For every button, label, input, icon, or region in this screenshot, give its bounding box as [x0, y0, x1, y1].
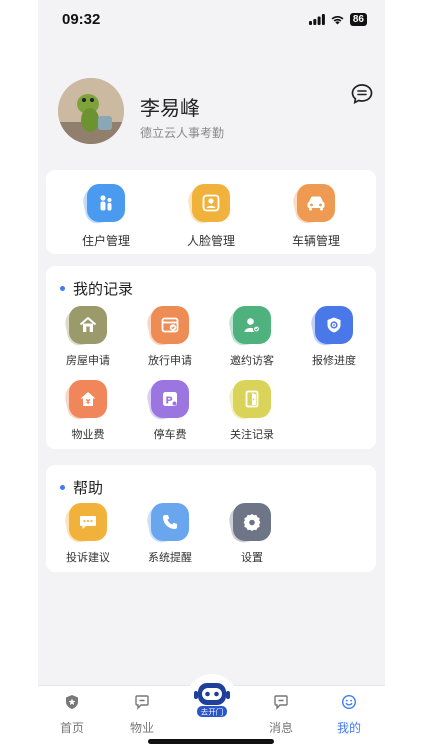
- battery-indicator: 86: [349, 13, 367, 26]
- home-indicator: [148, 739, 274, 744]
- tab-property[interactable]: 物业: [112, 694, 172, 736]
- smile-icon: [341, 694, 357, 710]
- house-application-button[interactable]: 房屋申请: [50, 306, 126, 368]
- vehicle-label: 车辆管理: [291, 234, 340, 248]
- user-name: 李易峰: [140, 96, 200, 120]
- invite-visitor-button[interactable]: 邀约访客: [214, 306, 290, 368]
- phone-icon: [151, 503, 189, 541]
- release-application-label: 放行申请: [148, 354, 192, 367]
- section-dot: [60, 485, 65, 490]
- property-fee-icon: ¥: [69, 380, 107, 418]
- follow-door-icon: [233, 380, 271, 418]
- vehicle-management-button[interactable]: 车辆管理: [278, 184, 354, 249]
- svg-text:P: P: [165, 396, 172, 407]
- section-dot: [60, 286, 65, 291]
- tab-home[interactable]: 首页: [42, 694, 102, 736]
- open-door-label: 去开门: [201, 707, 224, 717]
- help-card: 帮助 投诉建议 系统提醒 设置: [46, 465, 376, 572]
- parking-fee-label: 停车费: [153, 428, 187, 441]
- tab-mine-label: 我的: [336, 721, 361, 735]
- status-bar: 09:32 86: [38, 0, 385, 40]
- app-screen: 09:32 86 李易峰 德立云人事考勤 住户管理 人脸管理 车辆管理 我的记录…: [38, 0, 385, 750]
- parking-fee-button[interactable]: P 停车费: [132, 380, 208, 442]
- gear-icon: [233, 503, 271, 541]
- wifi-icon: [331, 15, 344, 25]
- svg-text:¥: ¥: [86, 398, 91, 406]
- my-records-card: 我的记录 房屋申请 放行申请 邀约访客 报修进度 ¥ 物业费 P 停车费 关注记…: [46, 266, 376, 449]
- profile-header: 李易峰 德立云人事考勤: [58, 78, 373, 148]
- release-card-icon: [151, 306, 189, 344]
- signal-icon: [308, 14, 325, 25]
- status-time: 09:32: [62, 11, 101, 28]
- system-reminder-label: 系统提醒: [148, 551, 192, 564]
- household-label: 住户管理: [81, 234, 130, 248]
- shield-home-icon: [66, 695, 78, 709]
- tab-home-label: 首页: [59, 721, 84, 735]
- face-management-button[interactable]: 人脸管理: [173, 184, 249, 249]
- property-fee-label: 物业费: [71, 428, 105, 441]
- house-application-label: 房屋申请: [66, 354, 110, 367]
- user-organization: 德立云人事考勤: [140, 126, 225, 140]
- open-door-button[interactable]: 去开门: [186, 674, 238, 726]
- help-title-text: 帮助: [73, 479, 104, 497]
- status-icons: 86: [308, 13, 367, 26]
- car-icon: [297, 184, 335, 222]
- records-section-title: 我的记录: [60, 278, 133, 299]
- household-management-button[interactable]: 住户管理: [68, 184, 144, 249]
- household-icon: [87, 184, 125, 222]
- repair-shield-icon: [315, 306, 353, 344]
- release-application-button[interactable]: 放行申请: [132, 306, 208, 368]
- robot-door-icon: 去开门: [194, 683, 230, 717]
- parking-fee-icon: P: [151, 380, 189, 418]
- settings-button[interactable]: 设置: [214, 503, 290, 565]
- records-title-text: 我的记录: [73, 280, 134, 298]
- visitor-icon: [233, 306, 271, 344]
- house-icon: [69, 306, 107, 344]
- quick-actions-card: 住户管理 人脸管理 车辆管理: [46, 170, 376, 254]
- face-label: 人脸管理: [186, 234, 235, 248]
- tab-messages-label: 消息: [268, 721, 293, 735]
- help-section-title: 帮助: [60, 477, 103, 498]
- repair-progress-label: 报修进度: [312, 354, 356, 367]
- system-reminder-button[interactable]: 系统提醒: [132, 503, 208, 565]
- tab-property-label: 物业: [129, 721, 154, 735]
- follow-record-label: 关注记录: [230, 428, 274, 441]
- complaint-suggestion-label: 投诉建议: [66, 551, 110, 564]
- tab-mine[interactable]: 我的: [319, 694, 379, 736]
- tab-messages[interactable]: 消息: [251, 694, 311, 736]
- avatar-image: [58, 78, 124, 144]
- chat-bubble-icon: [69, 503, 107, 541]
- message-bubble-icon: [274, 695, 288, 710]
- avatar[interactable]: [58, 78, 124, 144]
- invite-visitor-label: 邀约访客: [230, 354, 274, 367]
- property-fee-button[interactable]: ¥ 物业费: [50, 380, 126, 442]
- message-icon[interactable]: [350, 82, 374, 106]
- repair-progress-button[interactable]: 报修进度: [296, 306, 372, 368]
- settings-label: 设置: [241, 551, 263, 564]
- property-bubble-icon: [135, 695, 149, 710]
- follow-record-button[interactable]: 关注记录: [214, 380, 290, 442]
- face-id-icon: [192, 184, 230, 222]
- complaint-suggestion-button[interactable]: 投诉建议: [50, 503, 126, 565]
